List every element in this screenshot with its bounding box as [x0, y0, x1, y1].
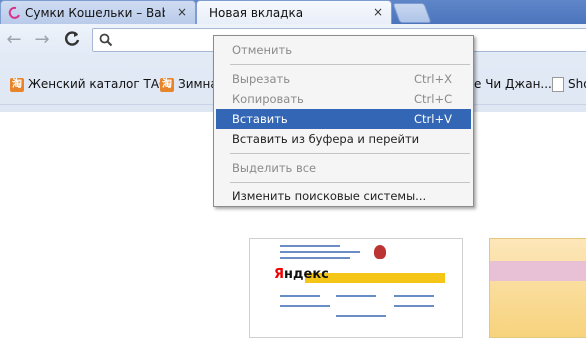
bookmark-label: е Чи Джан...: [474, 77, 552, 91]
bookmark-item[interactable]: е Чи Джан...: [474, 74, 552, 94]
bookmark-item[interactable]: Sho: [552, 74, 586, 94]
tab-close-icon[interactable]: ×: [373, 5, 383, 19]
menu-item-undo[interactable]: Отменить: [216, 40, 471, 60]
menu-item-cut[interactable]: Вырезать Ctrl+X: [216, 69, 471, 89]
menu-item-paste[interactable]: Вставить Ctrl+V: [216, 109, 471, 129]
reload-button[interactable]: [62, 30, 82, 50]
site-logo-icon: [374, 245, 386, 259]
new-tab-button[interactable]: [392, 3, 432, 23]
menu-item-copy[interactable]: Копировать Ctrl+C: [216, 89, 471, 109]
thumbnail-line: [280, 305, 330, 307]
forward-button[interactable]: →: [32, 30, 52, 50]
menu-separator: [230, 153, 470, 154]
tab-close-icon[interactable]: ×: [177, 5, 187, 19]
back-button[interactable]: ←: [4, 30, 24, 50]
menu-separator: [230, 182, 470, 183]
menu-separator: [230, 64, 470, 65]
menu-item-select-all[interactable]: Выделить все: [216, 158, 471, 178]
taobao-icon: 淘: [160, 77, 174, 92]
taobao-icon: 淘: [10, 77, 24, 92]
bookmark-label: Женский каталог ТАО: [28, 77, 169, 91]
tab-new[interactable]: Новая вкладка ×: [196, 0, 392, 24]
bookmark-item[interactable]: 淘 Женский каталог ТАО: [10, 74, 168, 94]
thumbnail-line: [394, 305, 434, 307]
thumbnail-line: [280, 245, 340, 247]
context-menu: Отменить Вырезать Ctrl+X Копировать Ctrl…: [213, 35, 474, 207]
page-icon: [552, 77, 564, 92]
yandex-logo: Яндекс: [274, 267, 329, 282]
thumbnail-line: [280, 257, 350, 259]
thumbnail-line: [394, 295, 434, 297]
tab-babyblog[interactable]: Сумки Кошельки – BabyBlog ×: [0, 0, 196, 24]
bookmark-label: Sho: [568, 77, 586, 91]
menu-item-edit-search-engines[interactable]: Изменить поисковые системы...: [216, 186, 471, 206]
thumbnail-band: [490, 261, 586, 281]
thumbnail-line: [280, 295, 320, 297]
reload-icon: [65, 31, 80, 46]
search-icon: [99, 33, 113, 47]
tab-strip: Сумки Кошельки – BabyBlog × Новая вкладк…: [0, 0, 586, 24]
tab-label: Новая вкладка: [209, 6, 304, 20]
tab-label: Сумки Кошельки – BabyBlog: [25, 6, 165, 20]
thumbnail-line: [336, 315, 386, 317]
thumbnail-line: [336, 295, 376, 297]
thumbnail-babyblog[interactable]: [489, 238, 586, 338]
thumbnail-line: [280, 251, 360, 253]
thumbnail-yandex[interactable]: Яндекс: [249, 238, 463, 338]
babyblog-favicon-icon: [8, 6, 20, 19]
menu-item-paste-and-go[interactable]: Вставить из буфера и перейти: [216, 129, 471, 149]
